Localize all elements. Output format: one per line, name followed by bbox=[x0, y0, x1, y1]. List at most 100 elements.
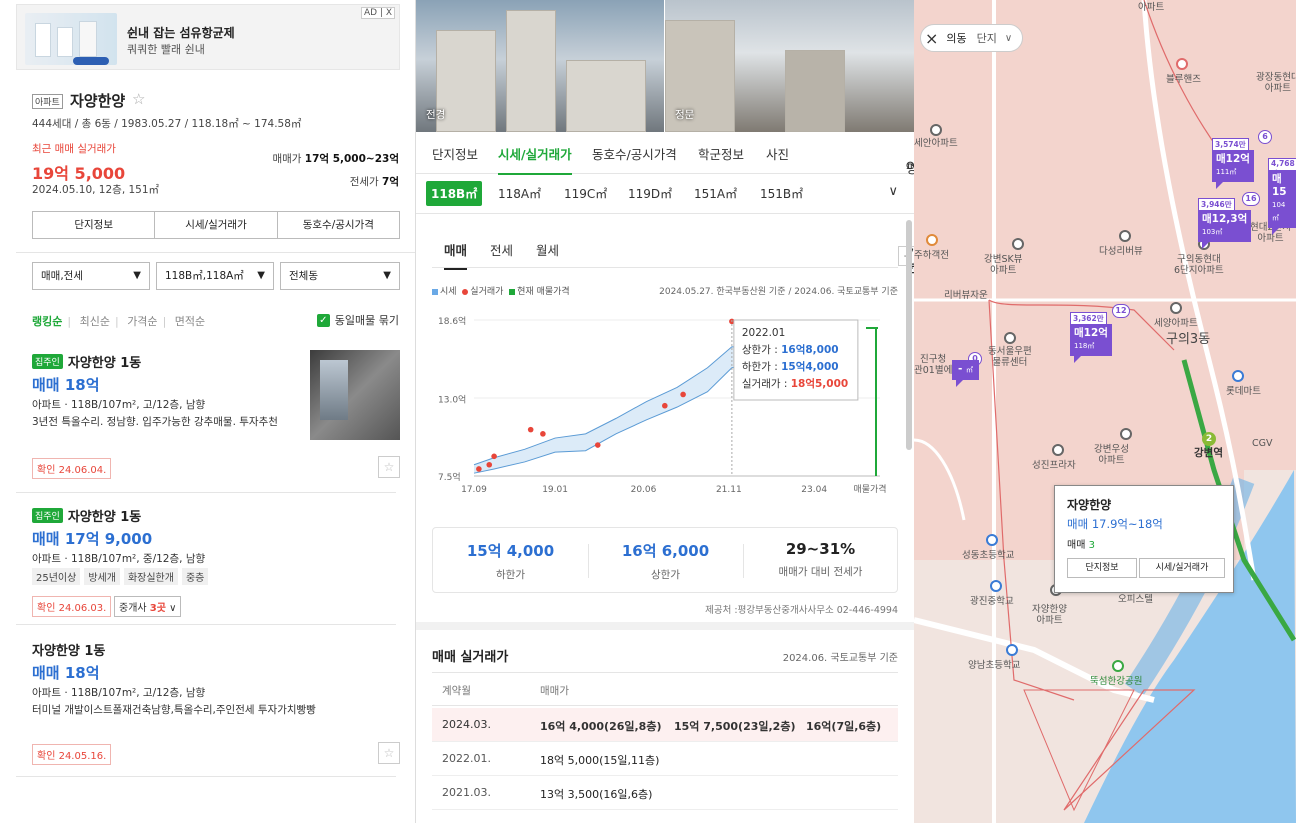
chevron-down-icon: ∨ bbox=[169, 603, 177, 614]
tab-photos[interactable]: 사진 bbox=[766, 144, 789, 163]
listing-spec: 아파트 · 118B/107m², 중/12층, 남향 bbox=[32, 553, 206, 565]
tag-chip: 방세개 bbox=[84, 568, 120, 585]
map-poi-icon bbox=[1004, 332, 1016, 344]
listing-description: 3년전 특올수리. 정남향. 입주가능한 강추매물. 투자추천 bbox=[32, 416, 278, 428]
agency-dropdown[interactable]: 중개사 3곳 ∨ bbox=[114, 596, 182, 617]
map-poi-icon bbox=[1052, 444, 1064, 456]
chart-legend: 시세 실거래가 현재 매물가격 bbox=[432, 284, 570, 297]
subway-station-icon[interactable]: 2 bbox=[1202, 432, 1216, 446]
divider bbox=[16, 252, 415, 253]
map-view[interactable]: × 의동 단지 ∨ 아파트 블루핸즈 광장동현대 아파트 세안아파트 강변SK뷰… bbox=[914, 0, 1296, 823]
x-tick-label: 21.11 bbox=[716, 485, 742, 495]
area-tab[interactable]: 151A㎡ bbox=[694, 185, 737, 202]
actual-point bbox=[540, 431, 546, 437]
map-poi-icon bbox=[1012, 238, 1024, 250]
map-label: CGV bbox=[1252, 438, 1273, 449]
photo-label: 전경 bbox=[426, 109, 446, 121]
actual-point bbox=[527, 426, 534, 433]
confirm-date: 확인 24.06.03. bbox=[32, 596, 112, 617]
tab-jeonse[interactable]: 전세 bbox=[490, 240, 513, 259]
complex-pin[interactable]: 매15 104㎡ bbox=[1268, 170, 1296, 235]
actual-point bbox=[486, 461, 493, 468]
trade-type-select[interactable]: 매매,전세 ▼ bbox=[32, 262, 150, 290]
map-label: 성진프라자 bbox=[1032, 460, 1076, 471]
map-poi-icon bbox=[1119, 230, 1131, 242]
tag-chip: 25년이상 bbox=[32, 568, 81, 585]
x-tick-label: 매물가격 bbox=[853, 483, 886, 495]
map-label: 양남초등학교 bbox=[968, 660, 1021, 671]
transactions-basis: 2024.06. 국토교통부 기준 bbox=[782, 653, 898, 664]
complex-pin[interactable]: - ㎡ bbox=[952, 360, 980, 387]
photo-exterior[interactable]: 전경 bbox=[416, 0, 664, 132]
popup-price-button[interactable]: 시세/실거래가 bbox=[1139, 558, 1225, 578]
close-icon[interactable]: × bbox=[925, 29, 938, 48]
table-row[interactable]: 2022.01. 18억 5,000(15일,11층) bbox=[432, 742, 898, 776]
y-tick-label: 18.6억 bbox=[438, 315, 466, 327]
map-search-bar[interactable]: × 의동 단지 ∨ bbox=[920, 24, 1024, 52]
table-row[interactable]: 2021.03. 13억 3,500(16일,6층) bbox=[432, 776, 898, 810]
map-label: 광장동현대 아파트 bbox=[1256, 72, 1296, 94]
listing-name: 자양한양 1동 bbox=[67, 356, 142, 371]
popup-complex-info-button[interactable]: 단지정보 bbox=[1067, 558, 1137, 578]
area-tab[interactable]: 119D㎡ bbox=[628, 185, 672, 202]
complex-spec: 444세대 / 총 6동 / 1983.05.27 / 118.18㎡ ~ 17… bbox=[32, 118, 302, 130]
tab-monthly[interactable]: 월세 bbox=[536, 240, 559, 259]
recent-trade-label: 최근 매매 실거래가 bbox=[32, 143, 116, 155]
map-poi-icon bbox=[1170, 302, 1182, 314]
sort-price[interactable]: 가격순 bbox=[127, 315, 157, 328]
tab-units[interactable]: 동호수/공시가격 bbox=[278, 212, 399, 238]
map-label: 진구청 관01별에 bbox=[914, 354, 953, 376]
map-filter[interactable]: 단지 bbox=[977, 30, 997, 46]
tab-price[interactable]: 시세/실거래가 bbox=[155, 212, 278, 238]
school-icon bbox=[986, 534, 998, 546]
complex-pin[interactable]: 매12억 111㎡ bbox=[1212, 150, 1254, 189]
actual-point bbox=[662, 402, 668, 409]
listing-photo[interactable] bbox=[310, 350, 400, 440]
tab-price-history[interactable]: 시세/실거래가 bbox=[498, 144, 572, 175]
tab-sale[interactable]: 매매 bbox=[444, 240, 468, 270]
x-tick-label: 17.09 bbox=[461, 485, 487, 495]
photo-gate[interactable]: 정문 bbox=[665, 0, 914, 132]
map-area-label: 구의3동 bbox=[1166, 332, 1211, 347]
ad-close-button[interactable]: AD | X bbox=[360, 7, 395, 19]
listing-price: 매매 18억 bbox=[32, 664, 100, 682]
y-tick-label: 13.0억 bbox=[438, 394, 466, 406]
complex-tabs: 단지정보 시세/실거래가 동호수/공시가격 bbox=[32, 211, 400, 239]
sort-latest[interactable]: 최신순 bbox=[80, 315, 110, 328]
tab-school[interactable]: 학군정보 bbox=[698, 144, 744, 163]
price-chart[interactable]: 18.6억 13.0억 7.5억17.09 19.01 20.06 21.11 23.04 매… bbox=[426, 300, 906, 510]
complex-pin[interactable]: 매12억 118㎡ bbox=[1070, 324, 1112, 363]
favorite-star-icon[interactable]: ☆ bbox=[378, 456, 400, 478]
listing-panel: 쉰내 잡는 섬유항균제 쿼쿼한 빨래 쉰내 AD | X 아파트 자양한양 ☆ … bbox=[0, 0, 416, 823]
ad-banner[interactable]: 쉰내 잡는 섬유항균제 쿼쿼한 빨래 쉰내 AD | X bbox=[16, 4, 400, 70]
table-row[interactable]: 2024.03. 16억 4,000(26일,8층) 15억 7,500(23일… bbox=[432, 708, 898, 742]
scrollbar[interactable] bbox=[906, 220, 912, 450]
listing-tags: 25년이상 방세개 화장실한개 중층 bbox=[32, 568, 212, 585]
same-listing-checkbox[interactable]: ✓ 동일매물 묶기 bbox=[316, 312, 399, 328]
tab-units-price[interactable]: 동호수/공시가격 bbox=[592, 144, 677, 163]
detail-panel: 전경 정문 단지정보 시세/실거래가 동호수/공시가격 학군정보 사진 ⟳ 평 … bbox=[416, 0, 914, 823]
tab-complex-info[interactable]: 단지정보 bbox=[432, 144, 478, 163]
tooltip-actual: 실거래가 : 18억5,000 bbox=[742, 378, 848, 390]
complex-pin[interactable]: 매12,3억 103㎡ bbox=[1198, 210, 1252, 249]
sale-price-range: 매매가 17억 5,000~23억 bbox=[272, 153, 399, 165]
section-gap bbox=[416, 622, 914, 630]
favorite-star-icon[interactable]: ☆ bbox=[132, 90, 145, 108]
favorite-star-icon[interactable]: ☆ bbox=[378, 742, 400, 764]
chevron-down-icon[interactable]: ∨ bbox=[888, 184, 898, 199]
area-tab[interactable]: 119C㎡ bbox=[564, 185, 607, 202]
complex-popup[interactable]: 자양한양 매매 17.9억~18억 매매 3 단지정보 시세/실거래가 bbox=[1054, 485, 1234, 593]
pin-count: 16 bbox=[1242, 192, 1260, 206]
actual-point bbox=[491, 453, 497, 460]
sort-area[interactable]: 면적순 bbox=[175, 315, 205, 328]
sort-ranking[interactable]: 랭킹순 bbox=[32, 315, 62, 328]
actual-point bbox=[594, 442, 601, 448]
area-tab[interactable]: 151B㎡ bbox=[760, 185, 803, 202]
ad-subtitle: 쿼쿼한 빨래 쉰내 bbox=[127, 43, 205, 56]
ad-thumbnail bbox=[25, 13, 117, 65]
dong-select[interactable]: 전체동 ▼ bbox=[280, 262, 400, 290]
area-tab[interactable]: 118A㎡ bbox=[498, 185, 541, 202]
tab-complex-info[interactable]: 단지정보 bbox=[33, 212, 156, 238]
area-select[interactable]: 118B㎡,118A㎡ ▼ bbox=[156, 262, 274, 290]
area-tab[interactable]: 118B㎡ bbox=[426, 181, 483, 206]
